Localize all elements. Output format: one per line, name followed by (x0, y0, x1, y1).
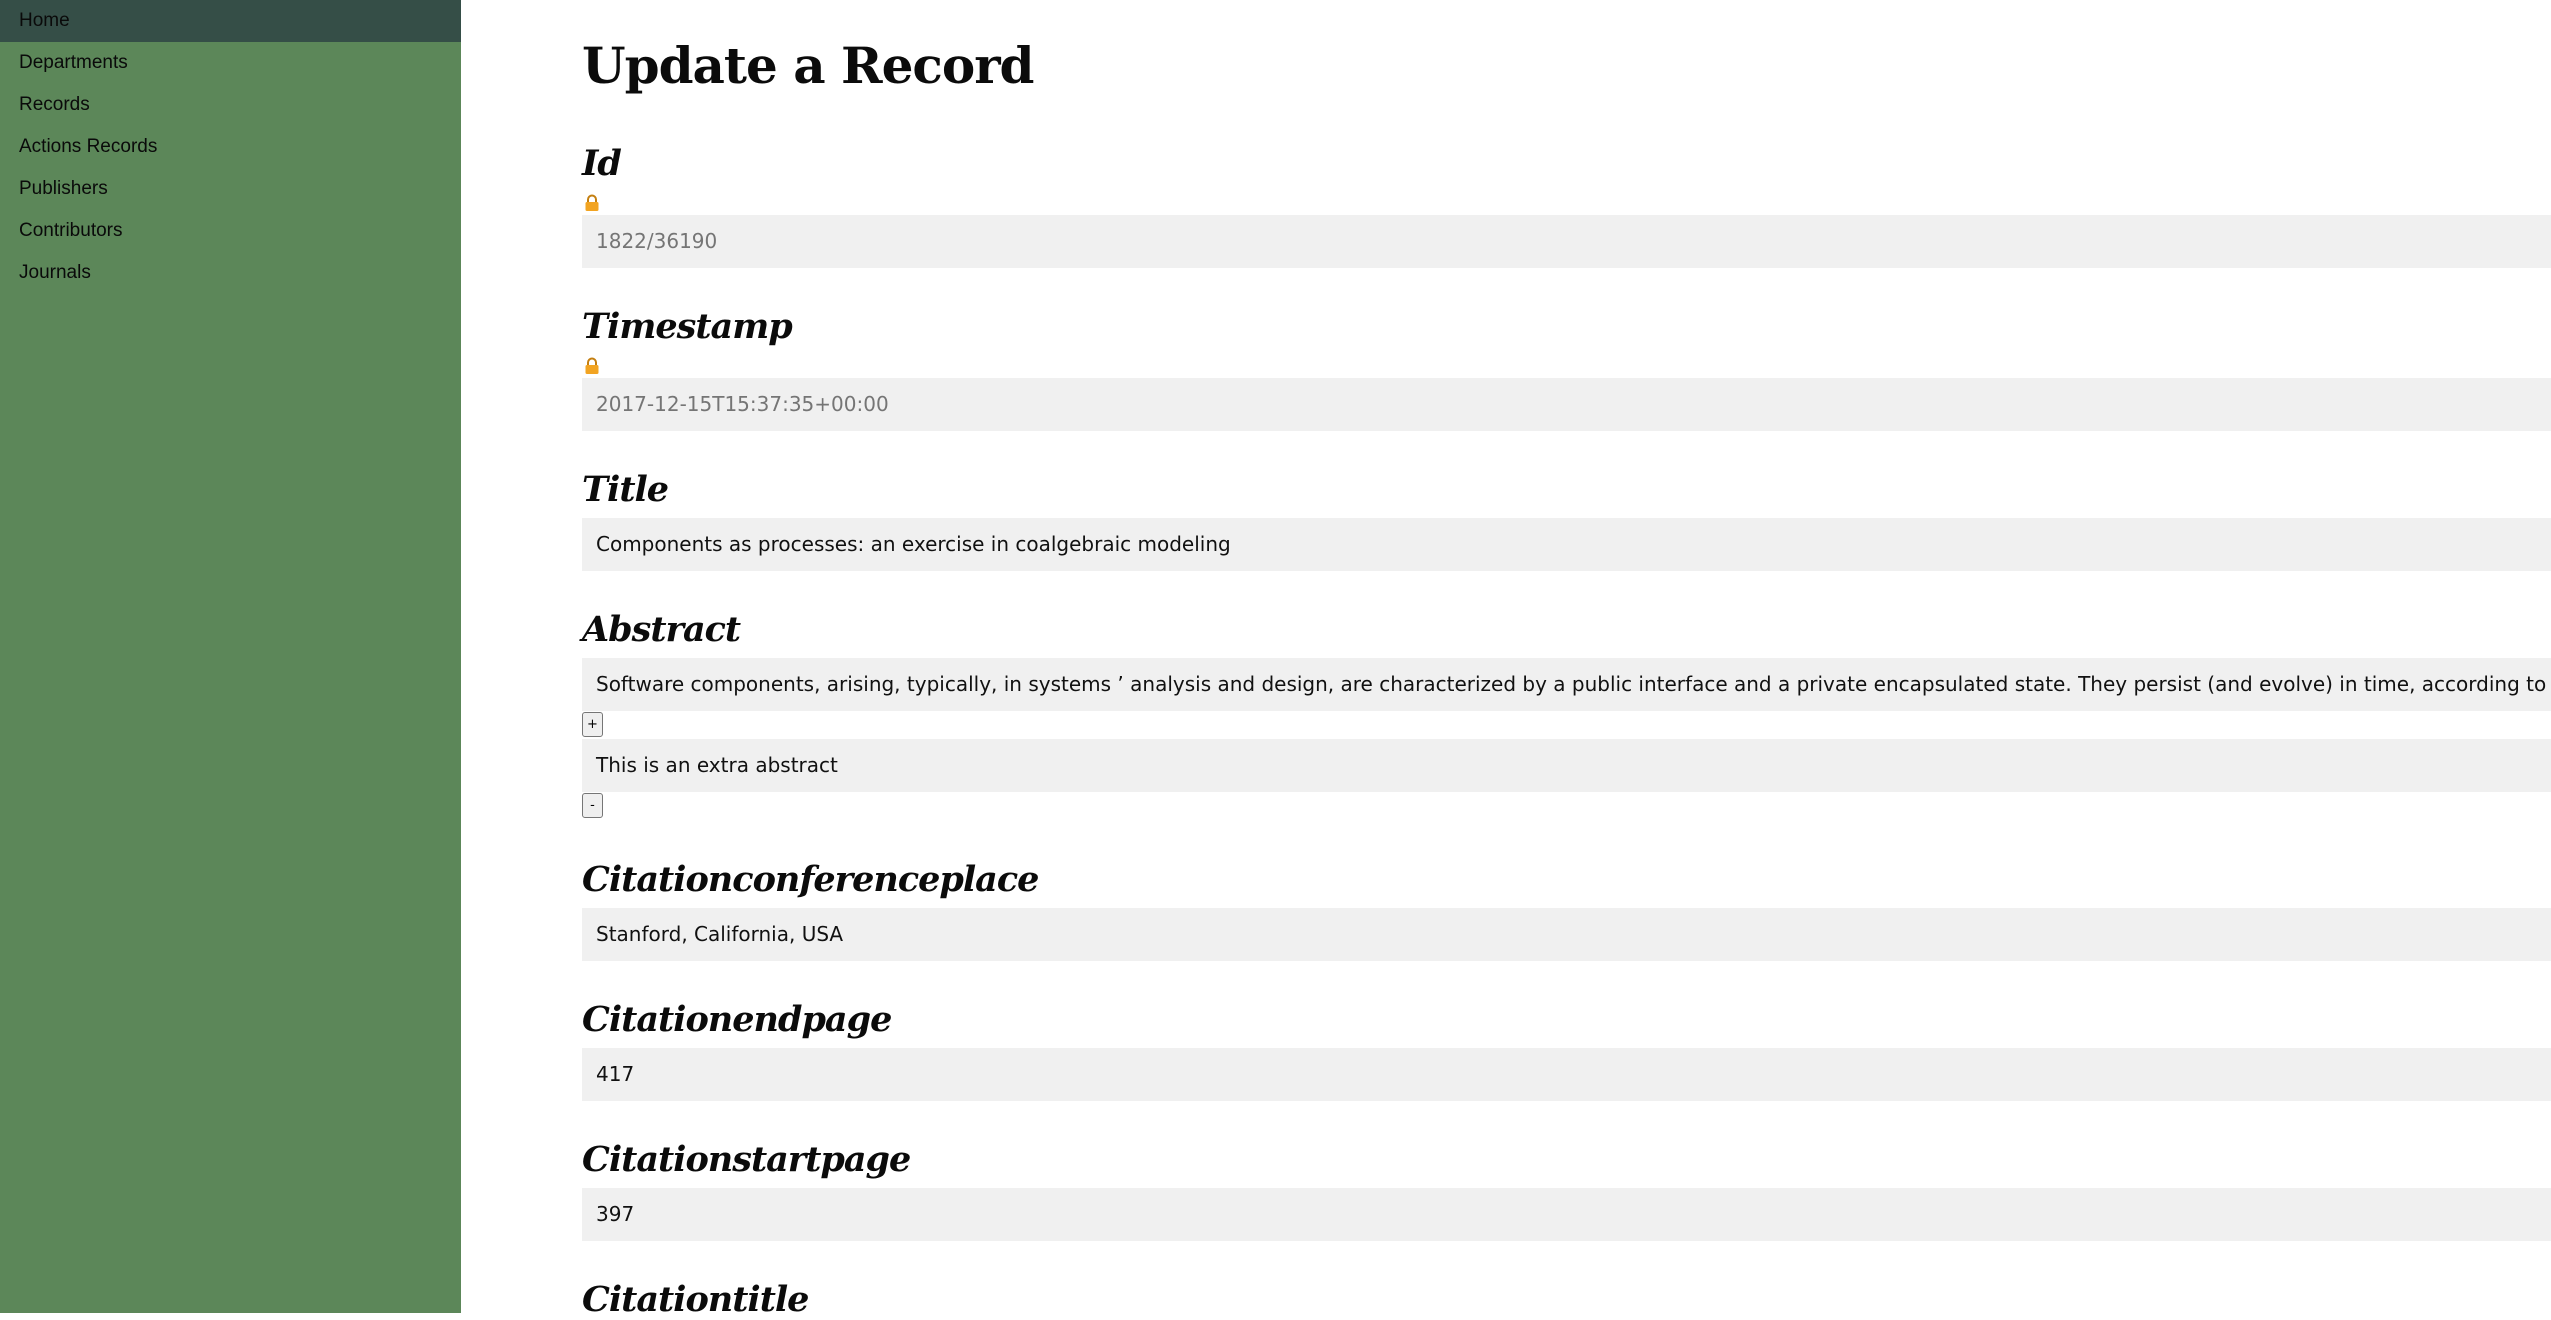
id-label: Id (582, 143, 622, 184)
citationstartpage-field[interactable]: 397 (582, 1188, 2551, 1241)
citationendpage-field[interactable]: 417 (582, 1048, 2551, 1101)
sidebar-item-records[interactable]: Records (0, 84, 461, 126)
timestamp-field[interactable]: 2017-12-15T15:37:35+00:00 (582, 378, 2551, 431)
lock-icon (585, 357, 599, 374)
citationendpage-label: Citationendpage (582, 999, 892, 1040)
id-field[interactable]: 1822/36190 (582, 215, 2551, 268)
citationtitle-label: Citationtitle (582, 1279, 809, 1320)
sidebar: Home Departments Records Actions Records… (0, 0, 461, 1313)
page-title: Update a Record (582, 36, 1035, 95)
abstract-extra-field[interactable]: This is an extra abstract (582, 739, 2551, 792)
sidebar-item-contributors[interactable]: Contributors (0, 210, 461, 252)
sidebar-item-journals[interactable]: Journals (0, 252, 461, 294)
title-label: Title (582, 469, 669, 510)
sidebar-item-home[interactable]: Home (0, 0, 461, 42)
citationconferenceplace-label: Citationconferenceplace (582, 859, 1039, 900)
abstract-label: Abstract (582, 609, 741, 650)
record-form: Update a Record Id 1822/36190 Timestamp … (582, 0, 2551, 1320)
citationconferenceplace-field[interactable]: Stanford, California, USA (582, 908, 2551, 961)
sidebar-item-actions-records[interactable]: Actions Records (0, 126, 461, 168)
timestamp-label: Timestamp (582, 306, 793, 347)
lock-icon (585, 194, 599, 211)
title-field[interactable]: Components as processes: an exercise in … (582, 518, 2551, 571)
sidebar-item-publishers[interactable]: Publishers (0, 168, 461, 210)
remove-abstract-button[interactable]: - (582, 793, 603, 818)
citationstartpage-label: Citationstartpage (582, 1139, 911, 1180)
abstract-field[interactable]: Software components, arising, typically,… (582, 658, 2551, 711)
add-abstract-button[interactable]: + (582, 712, 603, 737)
sidebar-item-departments[interactable]: Departments (0, 42, 461, 84)
